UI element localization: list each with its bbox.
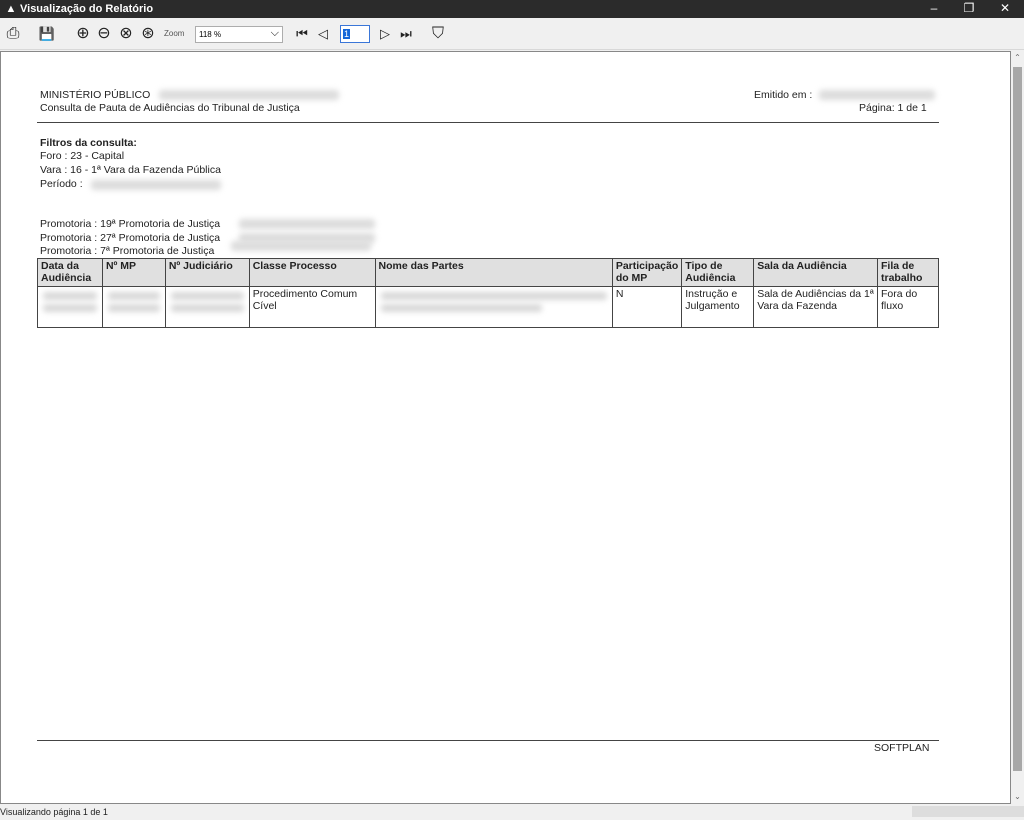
print-icon[interactable]: ⎙ [4, 24, 22, 44]
redacted-text [159, 90, 339, 100]
footer-brand: SOFTPLAN [874, 742, 930, 754]
col-header: Classe Processo [248, 258, 376, 287]
redacted-text [231, 241, 371, 251]
last-page-icon[interactable]: ⏭ [397, 24, 415, 44]
window-title: Visualização do Relatório [20, 3, 154, 15]
zoom-page-icon[interactable]: ⊛ [139, 24, 157, 44]
report-viewport[interactable]: MINISTÉRIO PÚBLICO Consulta de Pauta de … [0, 51, 1011, 804]
cell-participacao: N [611, 286, 683, 328]
cell-fila: Fora do fluxo [876, 286, 940, 328]
table-row: Procedimento Comum Cível N Instrução e J… [37, 286, 940, 328]
report-org: MINISTÉRIO PÚBLICO [40, 89, 151, 101]
redacted-text [43, 304, 97, 312]
status-bar: Visualizando página 1 de 1 [0, 804, 1024, 817]
cell-classe: Procedimento Comum Cível [248, 286, 376, 328]
status-panel [912, 806, 1024, 817]
zoom-in-icon[interactable]: ⊕ [74, 24, 92, 44]
col-header: Tipo de Audiência [681, 258, 755, 287]
report-subtitle: Consulta de Pauta de Audiências do Tribu… [40, 102, 300, 114]
redacted-text [91, 180, 221, 190]
col-header: Sala da Audiência [753, 258, 878, 287]
col-header: Data da Audiência [37, 258, 103, 287]
redacted-text [107, 292, 160, 300]
header-divider [37, 122, 939, 123]
save-icon[interactable]: 💾 [38, 24, 56, 44]
cell-mp-number [101, 286, 166, 328]
next-page-icon[interactable]: ▷ [377, 24, 393, 44]
promotoria-line: Promotoria : 19ª Promotoria de Justiça [40, 218, 221, 230]
zoom-fit-icon[interactable]: ⊗ [117, 24, 135, 44]
page-number-input[interactable]: 1 [340, 25, 370, 43]
zoom-value: 118 % [199, 30, 222, 39]
cell-date [37, 286, 103, 328]
filter-foro: Foro : 23 - Capital [40, 150, 125, 162]
cell-parties [374, 286, 613, 328]
first-page-icon[interactable]: ⏮ [293, 24, 311, 44]
filter-periodo: Período : [40, 178, 83, 190]
scroll-down-icon[interactable]: ⌄ [1011, 790, 1024, 804]
prev-page-icon[interactable]: ◁ [315, 24, 331, 44]
col-header: Nº Judiciário [164, 258, 250, 287]
redacted-text [380, 292, 607, 300]
toolbar: ⎙ 💾 ⊕ ⊖ ⊗ ⊛ Zoom 118 % ⌵ ⏮ ◁ 1 ▷ ⏭ ⛉ [0, 18, 1024, 50]
redacted-text [170, 292, 244, 300]
restore-button[interactable]: ❐ [952, 0, 986, 18]
cell-sala: Sala de Audiências da 1ª Vara da Fazenda [753, 286, 878, 328]
minimize-button[interactable]: – [917, 0, 951, 18]
redacted-text [170, 304, 244, 312]
chevron-down-icon: ⌵ [270, 27, 279, 39]
status-text: Visualizando página 1 de 1 [0, 807, 108, 817]
redacted-text [107, 304, 160, 312]
promotoria-line: Promotoria : 7ª Promotoria de Justiça [40, 245, 215, 257]
filter-icon[interactable]: ⛉ [428, 24, 448, 44]
col-header: Participação do MP [611, 258, 683, 287]
filter-vara: Vara : 16 - 1ª Vara da Fazenda Pública [40, 164, 221, 176]
footer-divider [37, 740, 939, 741]
redacted-text [239, 219, 375, 229]
page-number-value: 1 [343, 29, 351, 39]
col-header: Fila de trabalho [876, 258, 940, 287]
close-button[interactable]: ✕ [988, 0, 1022, 18]
redacted-text [380, 304, 542, 312]
zoom-out-icon[interactable]: ⊖ [95, 24, 113, 44]
filters-title: Filtros da consulta: [40, 137, 137, 149]
col-header: Nº MP [101, 258, 166, 287]
vertical-scrollbar[interactable]: ⌃ ⌄ [1011, 51, 1024, 804]
scroll-up-icon[interactable]: ⌃ [1011, 51, 1024, 65]
redacted-text [819, 90, 935, 100]
promotoria-line: Promotoria : 27ª Promotoria de Justiça [40, 232, 221, 244]
app-icon: ▲ [5, 3, 17, 15]
redacted-text [43, 292, 97, 300]
scrollbar-thumb[interactable] [1013, 67, 1022, 771]
emitted-label: Emitido em : [754, 89, 813, 101]
page-count: Página: 1 de 1 [859, 102, 927, 114]
col-header: Nome das Partes [374, 258, 613, 287]
title-bar: ▲ Visualização do Relatório – ❐ ✕ [0, 0, 1024, 18]
table-header-row: Data da Audiência Nº MP Nº Judiciário Cl… [37, 258, 940, 287]
cell-judicial-number [164, 286, 250, 328]
hearings-table: Data da Audiência Nº MP Nº Judiciário Cl… [37, 258, 940, 328]
zoom-select[interactable]: 118 % ⌵ [195, 26, 283, 43]
zoom-label: Zoom [164, 29, 185, 38]
cell-tipo: Instrução e Julgamento [681, 286, 755, 328]
